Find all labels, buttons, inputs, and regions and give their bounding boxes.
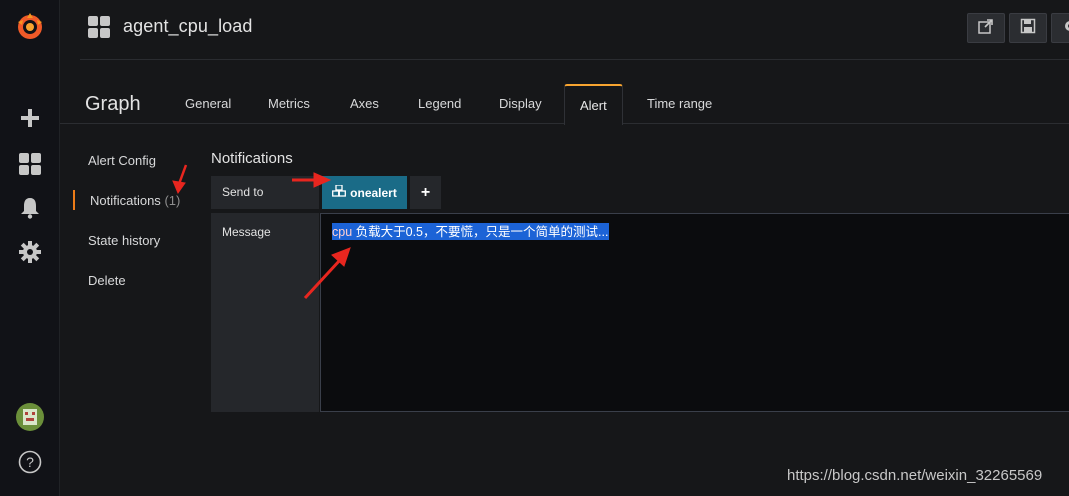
annotation-arrows: [172, 164, 351, 300]
grafana-app: ? agent_cpu_load Graph General Metrics A…: [0, 0, 1069, 496]
watermark-text: https://blog.csdn.net/weixin_32265569: [787, 467, 1043, 484]
